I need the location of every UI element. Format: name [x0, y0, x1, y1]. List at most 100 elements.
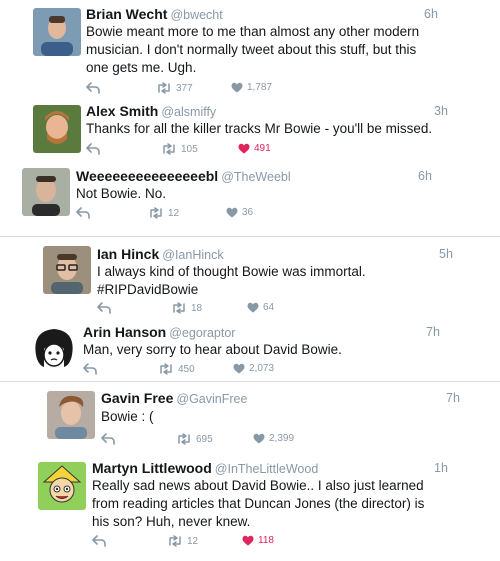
timestamp[interactable]: 7h: [426, 323, 440, 341]
retweet-count: 12: [168, 207, 180, 219]
retweet-icon: [178, 433, 190, 445]
like-count: 1,787: [247, 82, 273, 93]
reply-icon: [86, 82, 100, 94]
heart-icon: [233, 363, 245, 374]
like-button[interactable]: 118: [242, 535, 274, 546]
tweet-text: Not Bowie. No.: [76, 185, 166, 203]
author-handle[interactable]: @bwecht: [170, 8, 222, 22]
like-button[interactable]: 491: [238, 143, 271, 154]
timestamp[interactable]: 7h: [446, 389, 460, 407]
reply-icon: [76, 207, 90, 219]
tweet-text: Man, very sorry to hear about David Bowi…: [83, 341, 342, 359]
retweet-icon: [160, 363, 172, 375]
tweet-text-line: Man, very sorry to hear about David Bowi…: [83, 342, 342, 357]
like-button[interactable]: 36: [226, 207, 253, 218]
reply-icon: [97, 302, 111, 314]
author-handle[interactable]: @InTheLittleWood: [215, 462, 319, 476]
avatar[interactable]: [22, 168, 70, 216]
avatar[interactable]: [33, 105, 81, 153]
tweet-text: Thanks for all the killer tracks Mr Bowi…: [86, 120, 432, 138]
author-name[interactable]: Gavin Free: [101, 390, 173, 406]
timestamp[interactable]: 1h: [434, 459, 448, 477]
author-name[interactable]: Weeeeeeeeeeeeeeebl: [76, 168, 218, 184]
tweet-text-line: musician. I don't normally tweet about t…: [86, 42, 417, 57]
avatar[interactable]: [30, 325, 78, 373]
retweet-count: 377: [176, 82, 193, 94]
heart-icon: [247, 302, 259, 313]
author-handle[interactable]: @egoraptor: [169, 326, 235, 340]
author-name[interactable]: Alex Smith: [86, 103, 158, 119]
retweet-count: 12: [187, 535, 199, 547]
tweet-text-line: Not Bowie. No.: [76, 186, 167, 201]
retweet-count: 450: [178, 363, 195, 375]
heart-icon: [238, 143, 250, 154]
author-name[interactable]: Arin Hanson: [83, 324, 166, 340]
timestamp[interactable]: 5h: [439, 245, 453, 263]
avatar[interactable]: [38, 462, 86, 510]
timestamp[interactable]: 3h: [434, 102, 448, 120]
retweet-icon: [169, 535, 181, 547]
author-handle[interactable]: @IanHinck: [162, 248, 223, 262]
like-button[interactable]: 1,787: [231, 82, 272, 93]
tweet-text: I always kind of thought Bowie was immor…: [97, 263, 366, 299]
reply-icon: [92, 535, 106, 547]
reply-button[interactable]: [76, 207, 90, 219]
heart-icon: [242, 535, 254, 546]
retweet-button[interactable]: 105: [161, 143, 198, 155]
reply-button[interactable]: [86, 143, 100, 155]
divider: [0, 381, 500, 382]
retweet-button[interactable]: 450: [158, 363, 195, 375]
author-name[interactable]: Brian Wecht: [86, 6, 167, 22]
like-count: 491: [254, 143, 271, 154]
retweet-button[interactable]: 377: [156, 82, 193, 94]
tweet-text-line: I always kind of thought Bowie was immor…: [97, 264, 366, 279]
like-button[interactable]: 64: [247, 302, 274, 313]
retweet-button[interactable]: 12: [148, 207, 179, 219]
tweet-text: Really sad news about David Bowie.. I al…: [92, 477, 424, 531]
avatar[interactable]: [47, 391, 95, 439]
author-name[interactable]: Ian Hinck: [97, 246, 159, 262]
tweet-text-line: Really sad news about David Bowie.. I al…: [92, 478, 424, 493]
tweet-text-line: his son? Huh, never knew.: [92, 514, 251, 529]
retweet-button[interactable]: 695: [176, 433, 213, 445]
timestamp[interactable]: 6h: [418, 167, 432, 185]
like-button[interactable]: 2,399: [253, 433, 294, 444]
retweet-button[interactable]: 18: [171, 302, 202, 314]
like-count: 64: [263, 302, 275, 313]
reply-button[interactable]: [86, 82, 100, 94]
tweet-text-line: Bowie : (: [101, 409, 154, 424]
timestamp[interactable]: 6h: [424, 5, 438, 23]
author-handle[interactable]: @GavinFree: [176, 392, 247, 406]
divider: [0, 236, 500, 237]
tweet-text-line: Bowie meant more to me than almost any o…: [86, 24, 420, 39]
author-handle[interactable]: @alsmiffy: [161, 105, 216, 119]
heart-icon: [231, 82, 243, 93]
avatar[interactable]: [33, 8, 81, 56]
like-button[interactable]: 2,073: [233, 363, 274, 374]
reply-button[interactable]: [83, 363, 97, 375]
reply-icon: [101, 433, 115, 445]
retweet-count: 105: [181, 143, 198, 155]
like-count: 36: [242, 207, 254, 218]
tweet-text-line: from reading articles that Duncan Jones …: [92, 496, 425, 511]
reply-button[interactable]: [97, 302, 111, 314]
like-count: 2,073: [249, 363, 275, 374]
tweet-text-line: #RIPDavidBowie: [97, 282, 199, 297]
tweet-text-line: one gets me. Ugh.: [86, 60, 197, 75]
retweet-count: 18: [191, 302, 203, 314]
avatar[interactable]: [43, 246, 91, 294]
reply-button[interactable]: [101, 433, 115, 445]
like-count: 2,399: [269, 433, 295, 444]
author-handle[interactable]: @TheWeebl: [221, 170, 290, 184]
reply-button[interactable]: [92, 535, 106, 547]
retweet-icon: [150, 207, 162, 219]
reply-icon: [86, 143, 100, 155]
heart-icon: [226, 207, 238, 218]
retweet-button[interactable]: 12: [167, 535, 198, 547]
author-name[interactable]: Martyn Littlewood: [92, 460, 212, 476]
retweet-icon: [163, 143, 175, 155]
tweet-text: Bowie meant more to me than almost any o…: [86, 23, 419, 77]
tweet-text-line: Thanks for all the killer tracks Mr Bowi…: [86, 121, 433, 136]
retweet-count: 695: [196, 433, 213, 445]
retweet-icon: [158, 82, 170, 94]
